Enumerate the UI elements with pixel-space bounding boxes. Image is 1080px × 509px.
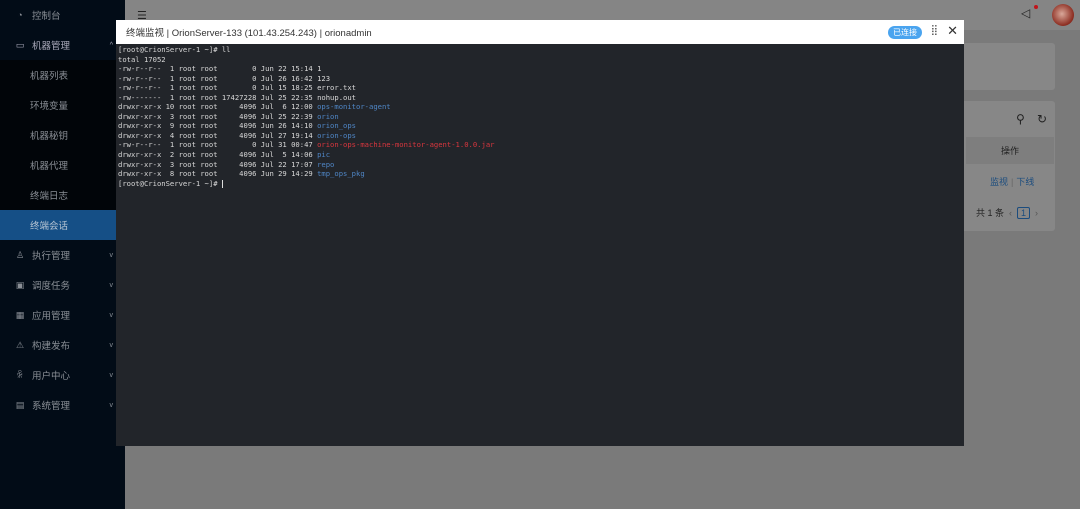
file-meta: -rw-r--r-- 1 root root 0 Jul 31 00:47	[118, 140, 318, 150]
notification-icon[interactable]: ◁	[1021, 6, 1030, 20]
file-meta: drwxr-xr-x 4 root root 4096 Jul 27 19:14	[118, 130, 318, 140]
page-1[interactable]: 1	[1017, 206, 1031, 219]
terminal-line: [root@CrionServer-1 ~]# ll	[118, 45, 231, 54]
prev-page-icon[interactable]: ‹	[1009, 208, 1012, 218]
modal-title: 终端监视 | OrionServer-133 (101.43.254.243) …	[126, 28, 372, 39]
sidebar-item-system[interactable]: ▤ 系统管理 v	[0, 390, 125, 420]
sidebar-item-build[interactable]: ⚠ 构建发布 v	[0, 330, 125, 360]
terminal-line: -rw-r--r-- 1 root root 0 Jul 26 16:42 12…	[118, 74, 962, 84]
file-meta: drwxr-xr-x 10 root root 4096 Jul 6 12:00	[118, 102, 318, 112]
file-name: 123	[317, 73, 331, 83]
modal-header: 终端监视 | OrionServer-133 (101.43.254.243) …	[116, 20, 964, 44]
close-icon[interactable]: ✕	[947, 23, 958, 39]
notification-dot	[1034, 5, 1038, 9]
sidebar-item-machine-list[interactable]: 机器列表	[0, 60, 125, 90]
sidebar-item-proxy[interactable]: 机器代理	[0, 150, 125, 180]
file-meta: -rw-r--r-- 1 root root 0 Jul 26 16:42	[118, 73, 318, 83]
search-icon[interactable]: ⚲	[1016, 112, 1025, 126]
file-meta: drwxr-xr-x 8 root root 4096 Jun 29 14:29	[118, 169, 318, 179]
file-name: orion_ops	[317, 121, 357, 131]
status-badge: 已连接	[888, 26, 922, 39]
sidebar-item-app[interactable]: ▦ 应用管理 v	[0, 300, 125, 330]
setting-icon: ▤	[15, 399, 25, 410]
chevron-down-icon: v	[109, 281, 114, 289]
chevron-down-icon: v	[109, 371, 114, 379]
sidebar-item-exec[interactable]: ♙ 执行管理 v	[0, 240, 125, 270]
terminal-line: drwxr-xr-x 3 root root 4096 Jul 22 17:07…	[118, 160, 962, 170]
file-meta: -rw-r--r-- 1 root root 0 Jun 22 15:14	[118, 64, 318, 74]
fullscreen-icon[interactable]: ⣿	[931, 25, 938, 36]
cluster-icon: ♙	[15, 249, 25, 260]
build-icon: ⚠	[15, 339, 25, 350]
file-name: orion-ops	[317, 130, 357, 140]
file-name: error.txt	[317, 83, 357, 93]
next-page-icon[interactable]: ›	[1035, 208, 1038, 218]
file-name: repo	[317, 159, 335, 169]
terminal-line: -rw-r--r-- 1 root root 0 Jul 31 00:47 or…	[118, 140, 962, 150]
terminal-line: drwxr-xr-x 9 root root 4096 Jun 26 14:10…	[118, 121, 962, 131]
chevron-up-icon: ^	[109, 41, 113, 49]
file-meta: -rw-r--r-- 1 root root 0 Jul 15 18:25	[118, 83, 318, 93]
terminal-line: total 17052	[118, 54, 166, 64]
offline-link[interactable]: 下线	[1016, 177, 1034, 187]
cursor	[221, 179, 223, 188]
file-name: tmp_ops_pkg	[317, 169, 365, 179]
file-meta: -rw------- 1 root root 17427228 Jul 25 2…	[118, 92, 318, 102]
file-meta: drwxr-xr-x 3 root root 4096 Jul 22 17:07	[118, 159, 318, 169]
terminal-line: drwxr-xr-x 2 root root 4096 Jul 5 14:06 …	[118, 150, 962, 160]
refresh-icon[interactable]: ↻	[1037, 112, 1047, 126]
user-icon: ꆜ	[16, 370, 24, 380]
monitor-link[interactable]: 监视	[990, 177, 1008, 187]
file-name: ops-monitor-agent	[317, 102, 391, 112]
monitor-icon: ▭	[15, 39, 25, 50]
sidebar-item-env[interactable]: 环境变量	[0, 90, 125, 120]
schedule-icon: ▣	[15, 279, 25, 290]
terminal-line: -rw-r--r-- 1 root root 0 Jul 15 18:25 er…	[118, 83, 962, 93]
file-name: nohup.out	[317, 92, 357, 102]
file-name: 1	[317, 64, 322, 74]
submenu: 机器列表 环境变量 机器秘钥 机器代理 终端日志 终端会话	[0, 60, 125, 240]
prompt: [root@CrionServer-1 ~]#	[118, 178, 222, 188]
sidebar-item-machine[interactable]: ▭ 机器管理 ^	[0, 30, 125, 60]
chevron-down-icon: v	[109, 341, 114, 349]
terminal-output[interactable]: [root@CrionServer-1 ~]# ll total 17052 -rw…	[116, 44, 964, 189]
sidebar-item-terminal-session[interactable]: 终端会话	[0, 210, 125, 240]
file-meta: drwxr-xr-x 2 root root 4096 Jul 5 14:06	[118, 150, 318, 160]
terminal-line: [root@CrionServer-1 ~]#	[118, 179, 962, 189]
terminal-line: drwxr-xr-x 3 root root 4096 Jul 25 22:39…	[118, 112, 962, 122]
file-meta: drwxr-xr-x 3 root root 4096 Jul 25 22:39	[118, 111, 318, 121]
column-header-actions: 操作	[966, 137, 1054, 164]
avatar[interactable]	[1052, 4, 1074, 26]
dashboard-icon: ◔	[17, 10, 23, 20]
sidebar-item-schedule[interactable]: ▣ 调度任务 v	[0, 270, 125, 300]
file-name: orion	[317, 111, 339, 121]
sidebar: ◔ 控制台 ▭ 机器管理 ^ 机器列表 环境变量 机器秘钥 机器代理 终端日志 终端会…	[0, 0, 125, 509]
terminal-line: drwxr-xr-x 4 root root 4096 Jul 27 19:14…	[118, 131, 962, 141]
chevron-down-icon: v	[109, 251, 114, 259]
sidebar-item-user[interactable]: ꆜ 用户中心 v	[0, 360, 125, 390]
file-name: pic	[317, 150, 331, 160]
file-meta: drwxr-xr-x 9 root root 4096 Jun 26 14:10	[118, 121, 318, 131]
file-name: orion-ops-machine-monitor-agent-1.0.0.ja…	[317, 140, 495, 150]
row-actions: 监视 | 下线	[990, 177, 1035, 187]
sidebar-item-terminal-log[interactable]: 终端日志	[0, 180, 125, 210]
sidebar-item-dashboard[interactable]: ◔ 控制台	[0, 0, 125, 30]
terminal-monitor-modal: 终端监视 | OrionServer-133 (101.43.254.243) …	[116, 20, 964, 446]
terminal-line: drwxr-xr-x 8 root root 4096 Jun 29 14:29…	[118, 169, 962, 179]
terminal-line: -rw-r--r-- 1 root root 0 Jun 22 15:14 1	[118, 64, 962, 74]
terminal-line: -rw------- 1 root root 17427228 Jul 25 2…	[118, 93, 962, 103]
total-count: 共 1 条	[976, 208, 1005, 218]
sidebar-item-keys[interactable]: 机器秘钥	[0, 120, 125, 150]
chevron-down-icon: v	[109, 401, 114, 409]
pagination: 共 1 条 ‹ 1 ›	[976, 206, 1038, 219]
terminal-line: drwxr-xr-x 10 root root 4096 Jul 6 12:00…	[118, 102, 962, 112]
appstore-icon: ▦	[15, 309, 25, 320]
chevron-down-icon: v	[109, 311, 114, 319]
